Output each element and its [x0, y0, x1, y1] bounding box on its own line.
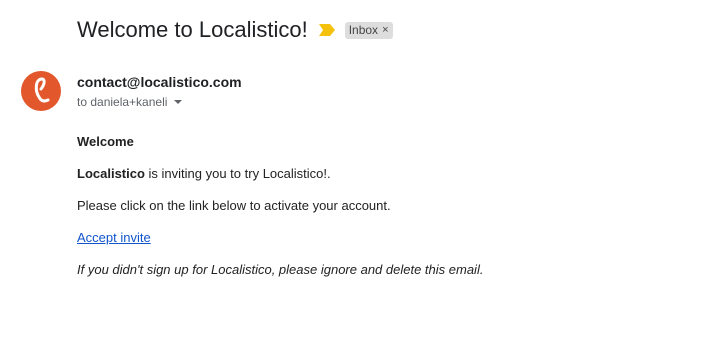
sender-address[interactable]: contact@localistico.com	[77, 74, 242, 90]
greeting-text: Welcome	[77, 134, 134, 149]
activate-text: Please click on the link below to activa…	[77, 198, 391, 213]
importance-marker-icon[interactable]	[318, 24, 335, 36]
recipient-text: to daniela+kaneli	[77, 95, 168, 109]
subject-row: Welcome to Localistico! Inbox ×	[77, 15, 393, 45]
accept-invite-link[interactable]: Accept invite	[77, 230, 151, 245]
invite-rest: is inviting you to try Localistico!.	[144, 166, 331, 181]
invite-brand: Localistico	[77, 166, 145, 181]
remove-label-icon[interactable]: ×	[382, 23, 388, 37]
disclaimer-text: If you didn't sign up for Localistico, p…	[77, 262, 484, 277]
inbox-label-chip: Inbox ×	[344, 21, 393, 39]
invite-text: Localistico is inviting you to try Local…	[77, 166, 331, 181]
recipient-row: to daniela+kaneli	[77, 95, 183, 109]
show-details-chevron-down-icon[interactable]	[173, 99, 183, 105]
sender-avatar	[21, 71, 61, 111]
accept-invite-paragraph: Accept invite	[77, 230, 151, 245]
email-subject: Welcome to Localistico!	[77, 17, 308, 42]
avatar-letter-icon	[34, 77, 50, 103]
label-text: Inbox	[348, 22, 379, 37]
